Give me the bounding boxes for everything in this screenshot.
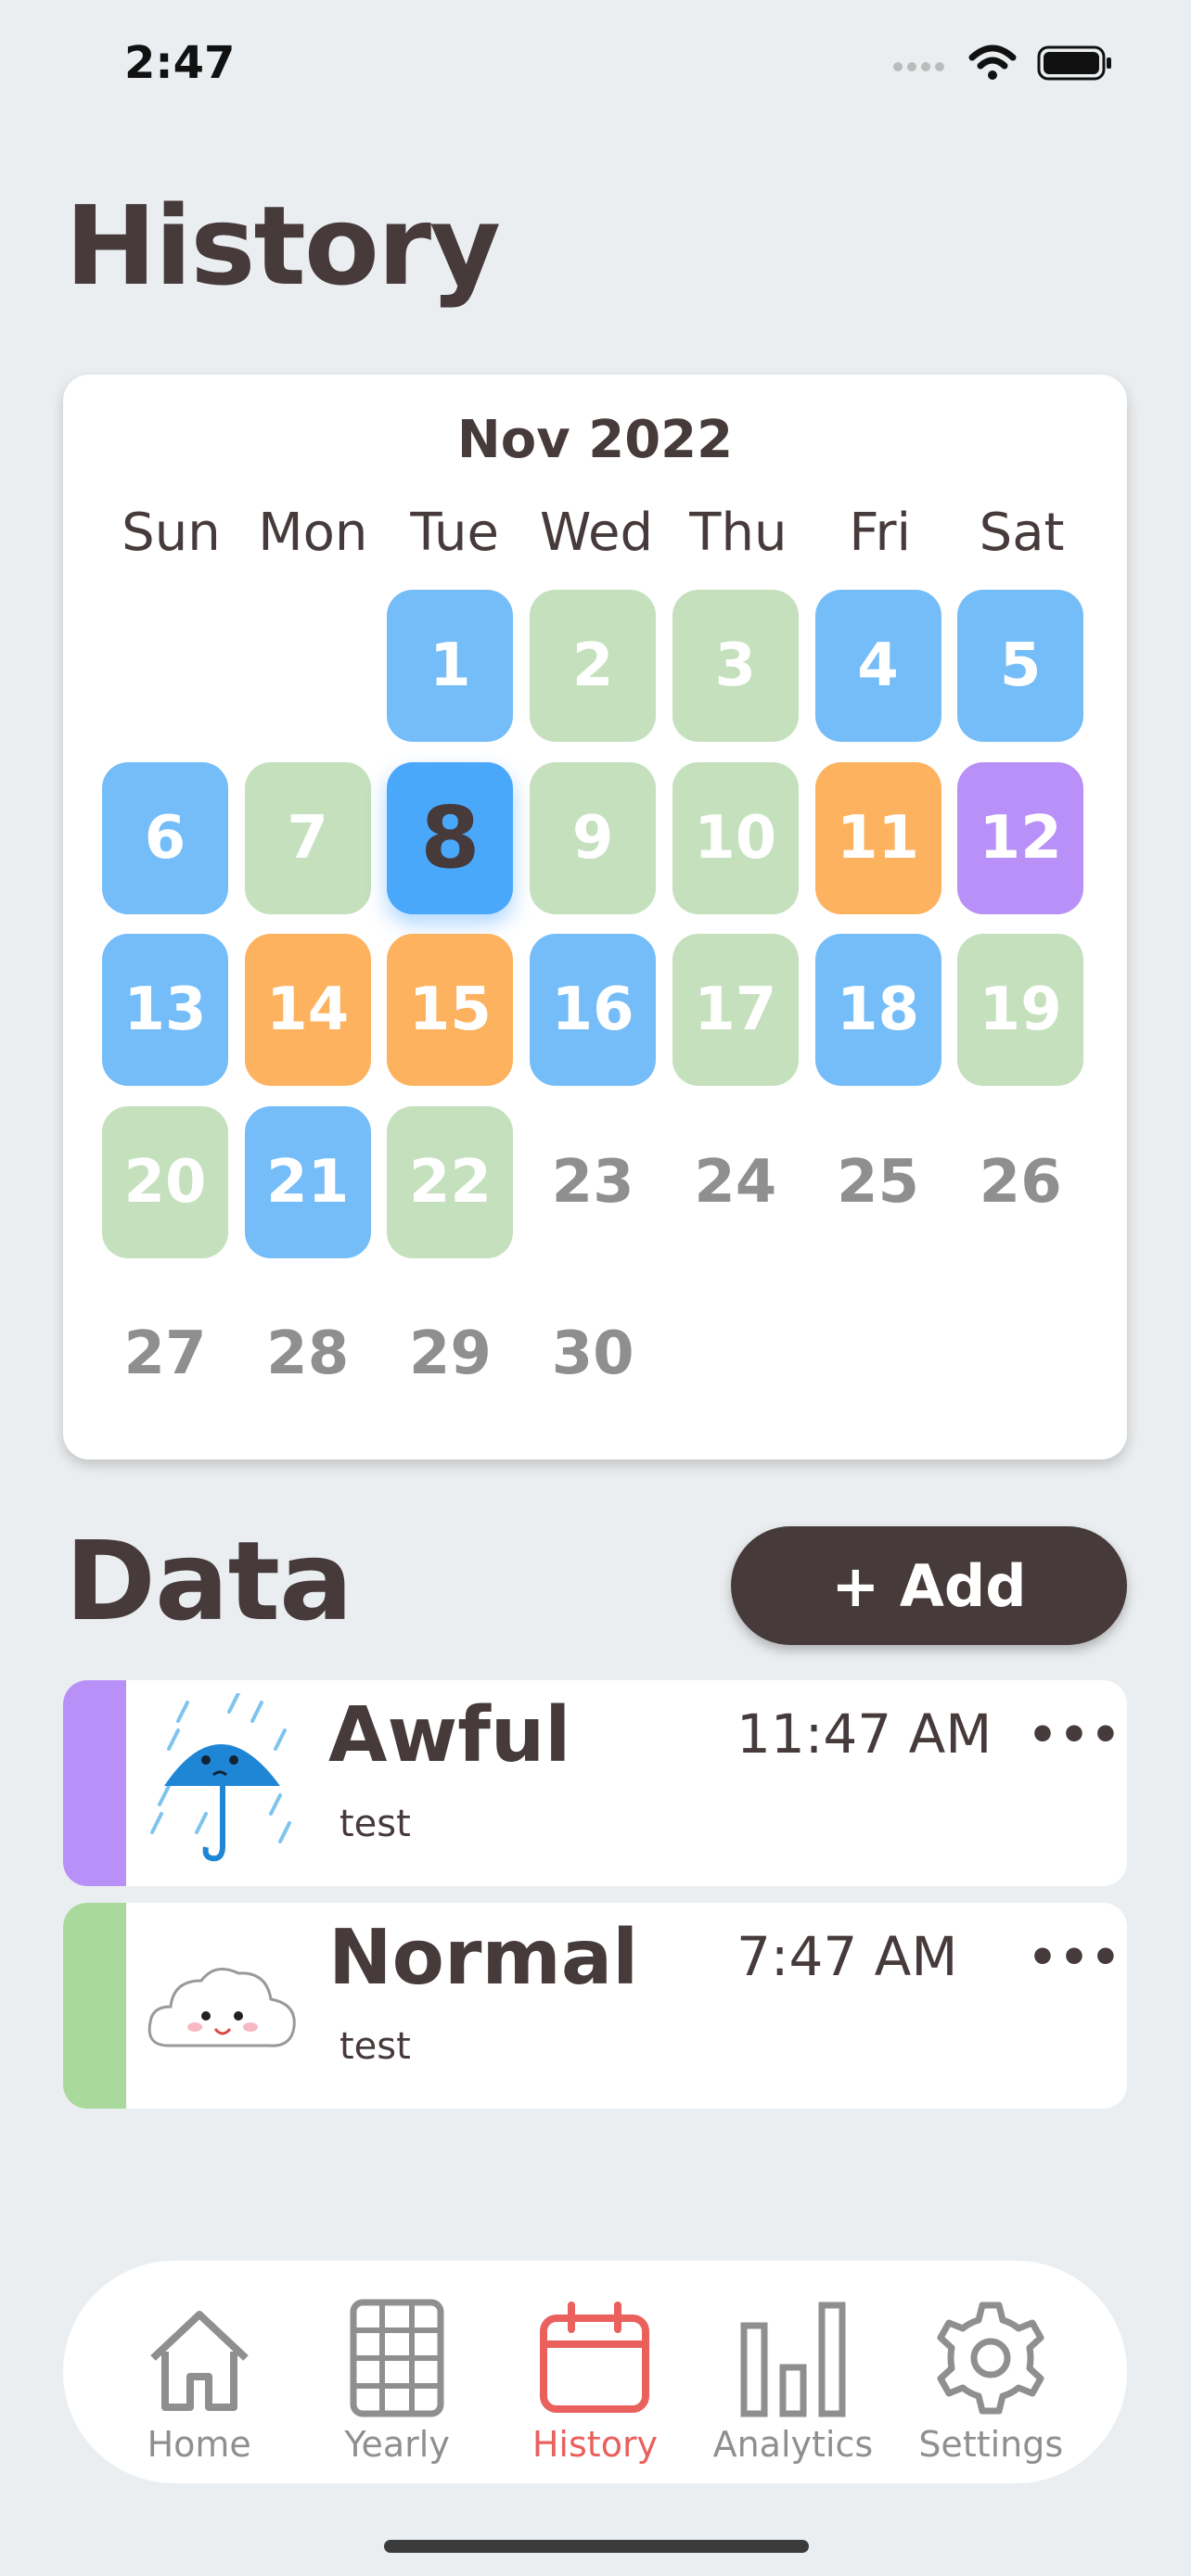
calendar-day[interactable]: 11 xyxy=(814,761,941,914)
tab-label: Yearly xyxy=(344,2424,450,2465)
weekday-label: Sat xyxy=(979,503,1065,563)
calendar-day[interactable]: 15 xyxy=(387,934,514,1086)
calendar-day[interactable]: 18 xyxy=(814,934,941,1086)
mood-color-strip xyxy=(63,1903,126,2109)
calendar-card: Nov 2022 Sun Mon Tue Wed Thu Fri Sat 123… xyxy=(63,375,1127,1460)
calendar-day[interactable]: 26 xyxy=(957,1106,1083,1258)
calendar-day[interactable]: 1 xyxy=(387,590,514,742)
gear-icon xyxy=(937,2302,1044,2415)
calendar-day[interactable]: 8 xyxy=(387,761,514,914)
calendar-day[interactable]: 7 xyxy=(244,761,371,914)
calendar-day[interactable]: 4 xyxy=(814,590,941,742)
status-time: 2:47 xyxy=(124,37,236,89)
status-bar: 2:47 xyxy=(0,0,1191,130)
entry-mood-label: Awful xyxy=(328,1691,571,1779)
weekday-label: Sun xyxy=(122,503,221,563)
calendar-day[interactable]: 20 xyxy=(102,1105,228,1258)
status-icons xyxy=(892,45,1113,82)
tab-label: Settings xyxy=(918,2424,1064,2465)
entry-time: 7:47 AM xyxy=(736,1925,958,1988)
page-title: History xyxy=(65,182,501,310)
calendar-icon xyxy=(540,2302,650,2413)
weekday-label: Tue xyxy=(410,503,499,563)
more-options-icon[interactable]: ••• xyxy=(1028,1708,1122,1762)
entry-mood-label: Normal xyxy=(328,1914,639,2002)
calendar-day[interactable]: 17 xyxy=(672,934,799,1086)
entry-note: test xyxy=(339,2025,411,2068)
weekday-label: Mon xyxy=(258,503,368,563)
tab-label: History xyxy=(531,2424,659,2465)
calendar-day[interactable]: 22 xyxy=(387,1105,514,1258)
cellular-signal-icon xyxy=(893,62,944,71)
calendar-month-label: Nov 2022 xyxy=(456,410,734,470)
home-icon xyxy=(149,2311,249,2411)
calendar-day[interactable]: 14 xyxy=(244,934,371,1086)
calendar-day[interactable]: 30 xyxy=(530,1278,656,1430)
tab-home[interactable]: Home xyxy=(107,2279,292,2465)
tab-history[interactable]: History xyxy=(502,2279,687,2465)
calendar-day[interactable]: 5 xyxy=(957,590,1084,742)
calendar-day[interactable]: 29 xyxy=(387,1278,513,1430)
more-options-icon[interactable]: ••• xyxy=(1028,1931,1122,1984)
tab-label: Analytics xyxy=(712,2424,874,2465)
calendar-day[interactable]: 16 xyxy=(530,934,657,1086)
calendar-day[interactable]: 13 xyxy=(102,934,228,1086)
entry-card[interactable]: Awful test 11:47 AM ••• xyxy=(63,1680,1127,1886)
calendar-day[interactable]: 23 xyxy=(530,1106,656,1258)
cloud-icon xyxy=(147,1968,296,2047)
grid-icon xyxy=(350,2299,444,2417)
tab-label: Home xyxy=(147,2424,251,2465)
calendar-day[interactable]: 3 xyxy=(672,590,799,742)
entry-time: 11:47 AM xyxy=(736,1702,992,1766)
weekday-label: Thu xyxy=(689,503,788,563)
data-section-title: Data xyxy=(65,1517,353,1645)
calendar-day[interactable]: 28 xyxy=(245,1278,371,1430)
home-indicator xyxy=(384,2540,809,2553)
calendar-day[interactable]: 25 xyxy=(815,1106,941,1258)
mood-color-strip xyxy=(63,1680,126,1886)
tab-analytics[interactable]: Analytics xyxy=(700,2279,886,2465)
calendar-day[interactable]: 24 xyxy=(672,1106,799,1258)
weekday-label: Wed xyxy=(539,503,654,563)
entry-note: test xyxy=(339,1803,411,1845)
add-entry-button[interactable]: + Add xyxy=(731,1526,1127,1645)
weekday-header-row: Sun Mon Tue Wed Thu Fri Sat xyxy=(100,503,1093,563)
calendar-day[interactable]: 21 xyxy=(244,1105,371,1258)
wifi-icon xyxy=(968,45,1017,80)
calendar-day[interactable]: 19 xyxy=(957,934,1084,1086)
battery-icon xyxy=(1037,45,1111,81)
calendar-day[interactable]: 6 xyxy=(102,761,228,914)
calendar-day[interactable]: 2 xyxy=(530,590,657,742)
weekday-label: Fri xyxy=(849,503,912,563)
entry-card[interactable]: Normal test 7:47 AM ••• xyxy=(63,1903,1127,2109)
calendar-day[interactable]: 12 xyxy=(957,761,1084,914)
calendar-day[interactable]: 10 xyxy=(672,761,799,914)
tab-settings[interactable]: Settings xyxy=(898,2279,1083,2465)
calendar-day[interactable]: 9 xyxy=(530,761,657,914)
tab-yearly[interactable]: Yearly xyxy=(304,2279,490,2465)
calendar-day[interactable]: 27 xyxy=(102,1278,228,1430)
bar-chart-icon xyxy=(740,2302,846,2417)
tab-bar: Home Yearly History Analytics Settings xyxy=(63,2261,1127,2483)
rain-umbrella-icon xyxy=(150,1693,291,1862)
